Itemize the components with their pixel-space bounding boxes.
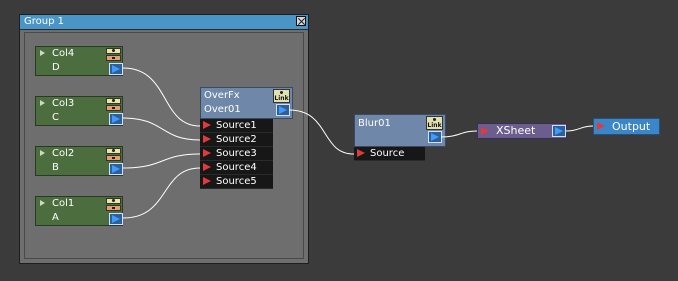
input-port-icon: [203, 177, 211, 185]
output-port-icon[interactable]: [428, 131, 442, 143]
column-name: Col1: [52, 198, 75, 209]
wire-xsheet-to-output[interactable]: [565, 125, 594, 132]
expand-triangle-icon[interactable]: [40, 150, 45, 156]
output-port-icon[interactable]: [552, 125, 566, 137]
input-port-source[interactable]: Source: [354, 147, 425, 161]
column-node-col4[interactable]: Col4 D: [35, 46, 123, 76]
eye-icon: [280, 91, 283, 94]
input-port-source2[interactable]: Source2: [200, 133, 273, 147]
blur-fx-input-ports: Source: [354, 147, 425, 161]
output-port-icon[interactable]: [109, 213, 123, 225]
camstand-toggle-icon[interactable]: [106, 55, 121, 61]
input-port-source4[interactable]: Source4: [200, 161, 273, 175]
column-toggles: [106, 198, 121, 211]
column-node-col1[interactable]: Col1 A: [35, 196, 123, 226]
output-port-icon[interactable]: [109, 113, 123, 125]
group-title: Group 1: [24, 16, 64, 27]
column-name: Col4: [52, 48, 75, 59]
camstand-toggle-icon[interactable]: [106, 105, 121, 111]
input-port-source1[interactable]: Source1: [200, 119, 273, 133]
camstand-toggle-icon[interactable]: [106, 205, 121, 211]
fx-name-label: Blur01: [358, 118, 391, 129]
link-toggle-button[interactable]: Link: [426, 116, 443, 130]
xsheet-label: XSheet: [496, 124, 536, 137]
camstand-toggle-icon[interactable]: [106, 155, 121, 161]
column-node-col3[interactable]: Col3 C: [35, 96, 123, 126]
input-port-source5[interactable]: Source5: [200, 175, 273, 189]
wire-blur-to-xsheet[interactable]: [440, 130, 478, 138]
expand-triangle-icon[interactable]: [40, 100, 45, 106]
input-port-icon[interactable]: [481, 127, 489, 135]
column-letter: A: [52, 212, 59, 223]
blur-fx-node[interactable]: Blur01 Link: [354, 114, 446, 147]
column-letter: D: [52, 62, 60, 73]
xsheet-node[interactable]: XSheet: [477, 123, 567, 139]
input-port-icon: [203, 135, 211, 143]
close-icon[interactable]: [296, 16, 306, 26]
preview-visible-toggle-icon[interactable]: [106, 48, 121, 54]
fx-name-label: Over01: [204, 104, 241, 115]
column-name: Col3: [52, 98, 75, 109]
input-port-icon: [203, 163, 211, 171]
input-port-icon: [203, 149, 211, 157]
input-port-icon: [203, 121, 211, 129]
over-fx-node[interactable]: OverFx Over01 Link: [200, 87, 293, 119]
preview-visible-toggle-icon[interactable]: [106, 148, 121, 154]
input-port-icon[interactable]: [597, 122, 605, 130]
expand-triangle-icon[interactable]: [40, 200, 45, 206]
column-toggles: [106, 148, 121, 161]
expand-triangle-icon[interactable]: [40, 50, 45, 56]
output-node[interactable]: Output: [593, 118, 660, 135]
output-port-icon[interactable]: [109, 63, 123, 75]
column-letter: C: [52, 112, 59, 123]
preview-visible-toggle-icon[interactable]: [106, 98, 121, 104]
column-node-col2[interactable]: Col2 B: [35, 146, 123, 176]
column-letter: B: [52, 162, 59, 173]
link-toggle-button[interactable]: Link: [273, 89, 290, 103]
column-toggles: [106, 48, 121, 61]
output-port-icon[interactable]: [276, 104, 290, 116]
column-toggles: [106, 98, 121, 111]
input-port-icon: [357, 149, 365, 157]
output-port-icon[interactable]: [109, 163, 123, 175]
column-name: Col2: [52, 148, 75, 159]
output-label: Output: [612, 120, 651, 133]
preview-visible-toggle-icon[interactable]: [106, 198, 121, 204]
input-port-source3[interactable]: Source3: [200, 147, 273, 161]
over-fx-input-ports: Source1 Source2 Source3 Source4 Source5: [200, 119, 273, 189]
group-header[interactable]: Group 1: [20, 15, 308, 30]
fx-type-label: OverFx: [204, 90, 240, 101]
eye-icon: [433, 118, 436, 121]
